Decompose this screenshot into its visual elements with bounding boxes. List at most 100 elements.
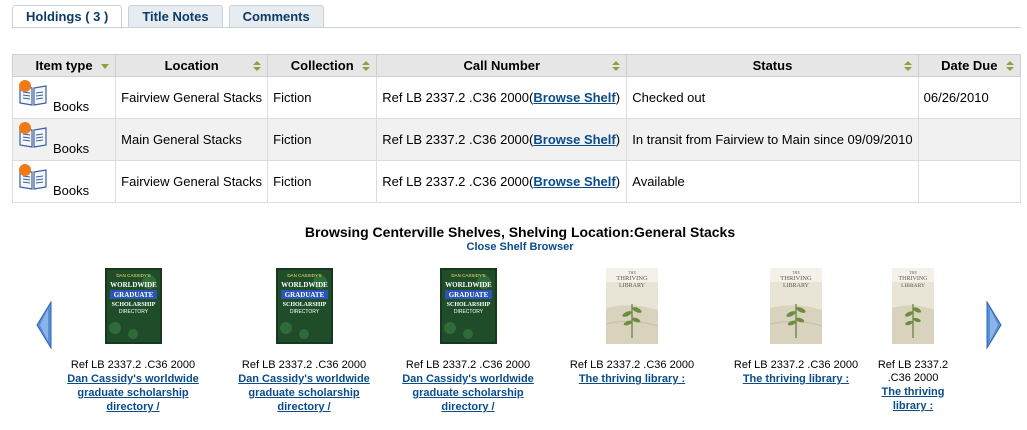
close-shelf-browser-link[interactable]: Close Shelf Browser bbox=[467, 241, 574, 253]
shelf-item: DAN CASSIDY'S WORLDWIDE GRADUATE SCHOLAR… bbox=[229, 268, 379, 414]
shelf-item: THE THRIVING LIBRARY Ref LB 2337.2 .C36 … bbox=[721, 268, 871, 386]
browse-shelf-link[interactable]: Browse Shelf bbox=[533, 174, 615, 189]
call-number-cell: Ref LB 2337.2 .C36 2000(Browse Shelf) bbox=[376, 76, 628, 119]
shelf-title-link[interactable]: graduate scholarship bbox=[229, 386, 379, 400]
shelf-call-number: Ref LB 2337.2 .C36 2000 bbox=[241, 359, 367, 371]
shelf-item: DAN CASSIDY'S WORLDWIDE GRADUATE SCHOLAR… bbox=[393, 268, 543, 414]
shelf-title-link[interactable]: The thriving bbox=[858, 385, 968, 399]
call-number: Ref LB 2337.2 .C36 2000 bbox=[382, 90, 530, 105]
shelf-item: DAN CASSIDY'S WORLDWIDE GRADUATE SCHOLAR… bbox=[58, 268, 208, 414]
item-type-label: Books bbox=[53, 183, 90, 198]
shelf-title-link[interactable]: The thriving library : bbox=[557, 372, 707, 386]
browse-shelf-link[interactable]: Browse Shelf bbox=[533, 90, 615, 105]
scholarship-directory-cover[interactable]: DAN CASSIDY'S WORLDWIDE GRADUATE SCHOLAR… bbox=[275, 268, 333, 344]
sort-arrows-icon bbox=[612, 61, 621, 71]
shelf-title-link[interactable]: The thriving library : bbox=[721, 372, 871, 386]
cover-text: THRIVING bbox=[616, 275, 648, 282]
shelf-call-number: Ref LB 2337.2 bbox=[877, 359, 949, 371]
thriving-library-cover[interactable]: THE THRIVING LIBRARY bbox=[606, 268, 658, 344]
previous-arrow-icon[interactable] bbox=[36, 301, 52, 349]
scholarship-directory-cover[interactable]: DAN CASSIDY'S WORLDWIDE GRADUATE SCHOLAR… bbox=[104, 268, 162, 344]
table-row: Books Fairview General Stacks Fiction Re… bbox=[11, 160, 1022, 203]
shelf-title-link[interactable]: Dan Cassidy's worldwide bbox=[58, 372, 208, 386]
sort-arrows-icon bbox=[362, 61, 371, 71]
sort-arrows-icon bbox=[903, 61, 912, 71]
column-header-call-number[interactable]: Call Number bbox=[376, 54, 628, 77]
cover-text: WORLDWIDE bbox=[110, 281, 157, 289]
shelf-title-link[interactable]: Dan Cassidy's worldwide bbox=[229, 372, 379, 386]
date-due-cell bbox=[917, 160, 1022, 203]
item-type-label: Books bbox=[53, 99, 90, 114]
shelf-title-link[interactable]: Dan Cassidy's worldwide bbox=[393, 372, 543, 386]
location-cell: Main General Stacks bbox=[115, 118, 269, 161]
cover-text: LIBRARY bbox=[619, 283, 646, 289]
shelf-item: THE THRIVING LIBRARY Ref LB 2337.2 .C36 … bbox=[557, 268, 707, 386]
shelf-title-link[interactable]: directory / bbox=[393, 400, 543, 414]
column-header-status[interactable]: Status bbox=[626, 54, 919, 77]
tab-holdings[interactable]: Holdings ( 3 ) bbox=[12, 5, 123, 29]
cover-text: GRADUATE bbox=[448, 291, 488, 299]
collection-cell: Fiction bbox=[267, 118, 378, 161]
paren-close: ) bbox=[615, 174, 621, 189]
cover-text: DIRECTORY bbox=[453, 309, 483, 315]
collection-cell: Fiction bbox=[267, 76, 378, 119]
cover-text: DAN CASSIDY'S bbox=[451, 273, 485, 278]
cover-text: WORLDWIDE bbox=[445, 281, 492, 289]
shelf-item: THE THRIVING LIBRARY Ref LB 2337.2 .C36 … bbox=[858, 268, 968, 413]
next-arrow-icon[interactable] bbox=[986, 301, 1002, 349]
tab-comments[interactable]: Comments bbox=[228, 5, 324, 28]
shelf-call-number: Ref LB 2337.2 .C36 2000 bbox=[569, 359, 695, 371]
shelf-title-link[interactable]: graduate scholarship bbox=[58, 386, 208, 400]
sort-desc-icon bbox=[101, 64, 110, 69]
call-number-cell: Ref LB 2337.2 .C36 2000(Browse Shelf) bbox=[376, 160, 628, 203]
cover-text: DIRECTORY bbox=[118, 309, 148, 315]
holdings-header-row: Item type Location Collection Call Numbe… bbox=[11, 54, 1022, 77]
thriving-library-cover[interactable]: THE THRIVING LIBRARY bbox=[770, 268, 822, 344]
shelf-title-link[interactable]: directory / bbox=[229, 400, 379, 414]
cover-text: THE bbox=[909, 270, 917, 275]
date-due-cell: 06/26/2010 bbox=[917, 76, 1022, 119]
item-type-label: Books bbox=[53, 141, 90, 156]
status-cell: Available bbox=[626, 160, 919, 203]
thriving-library-cover[interactable]: THE THRIVING LIBRARY bbox=[892, 268, 934, 344]
holdings-table: Item type Location Collection Call Numbe… bbox=[11, 54, 1022, 203]
browse-shelf-link[interactable]: Browse Shelf bbox=[533, 132, 615, 147]
tab-divider bbox=[12, 27, 1021, 28]
table-row: Books Main General Stacks Fiction Ref LB… bbox=[11, 118, 1022, 161]
call-number-cell: Ref LB 2337.2 .C36 2000(Browse Shelf) bbox=[376, 118, 628, 161]
shelf-call-number: .C36 2000 bbox=[887, 372, 939, 384]
shelf-title-link[interactable]: library : bbox=[858, 399, 968, 413]
cover-text: WORLDWIDE bbox=[281, 281, 328, 289]
shelf-title-link[interactable]: directory / bbox=[58, 400, 208, 414]
cover-text: LIBRARY bbox=[783, 283, 810, 289]
tab-bar: Holdings ( 3 ) Title Notes Comments bbox=[12, 5, 330, 29]
sort-arrows-icon bbox=[253, 61, 262, 71]
scholarship-directory-cover[interactable]: DAN CASSIDY'S WORLDWIDE GRADUATE SCHOLAR… bbox=[439, 268, 497, 344]
cover-text: LIBRARY bbox=[901, 283, 925, 289]
column-header-item-type[interactable]: Item type bbox=[11, 54, 117, 77]
table-row: Books Fairview General Stacks Fiction Re… bbox=[11, 76, 1022, 119]
cover-text: GRADUATE bbox=[113, 291, 153, 299]
item-type-cell: Books bbox=[11, 76, 117, 119]
location-cell: Fairview General Stacks bbox=[115, 76, 269, 119]
status-cell: In transit from Fairview to Main since 0… bbox=[626, 118, 919, 161]
cover-text: SCHOLARSHIP bbox=[446, 302, 490, 308]
column-header-collection[interactable]: Collection bbox=[267, 54, 378, 77]
book-new-icon bbox=[19, 164, 47, 190]
item-type-cell: Books bbox=[11, 118, 117, 161]
location-cell: Fairview General Stacks bbox=[115, 160, 269, 203]
shelf-title-link[interactable]: graduate scholarship bbox=[393, 386, 543, 400]
column-header-label: Item type bbox=[35, 58, 93, 73]
book-new-icon bbox=[19, 122, 47, 148]
column-header-label: Call Number bbox=[463, 58, 541, 73]
collection-cell: Fiction bbox=[267, 160, 378, 203]
date-due-cell bbox=[917, 118, 1022, 161]
column-header-label: Date Due bbox=[941, 58, 998, 73]
shelf-call-number: Ref LB 2337.2 .C36 2000 bbox=[733, 359, 859, 371]
column-header-label: Location bbox=[164, 58, 219, 73]
call-number: Ref LB 2337.2 .C36 2000 bbox=[382, 132, 530, 147]
tab-title-notes[interactable]: Title Notes bbox=[128, 5, 223, 28]
cover-text: DAN CASSIDY'S bbox=[116, 273, 150, 278]
column-header-location[interactable]: Location bbox=[115, 54, 269, 77]
column-header-date-due[interactable]: Date Due bbox=[917, 54, 1022, 77]
